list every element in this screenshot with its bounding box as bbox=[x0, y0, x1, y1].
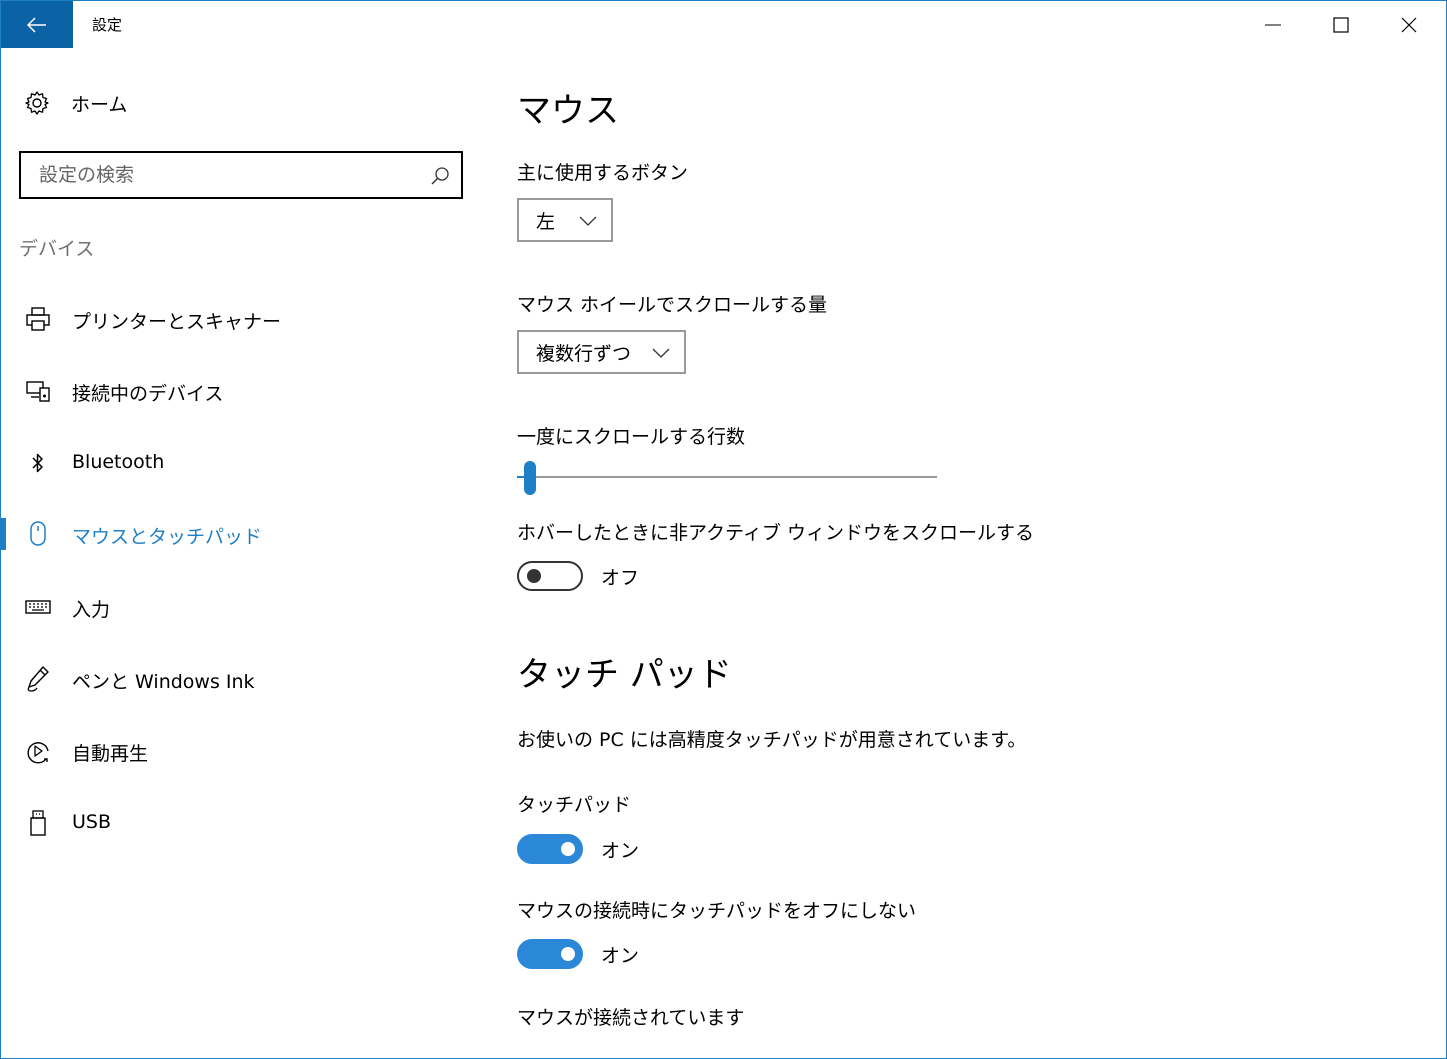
printer-icon bbox=[23, 305, 53, 333]
touchpad-toggle[interactable] bbox=[517, 834, 583, 864]
gear-icon bbox=[19, 85, 55, 121]
section-title: デバイス bbox=[19, 238, 95, 260]
wheel-scroll-label: マウス ホイールでスクロールする量 bbox=[517, 294, 828, 316]
sidebar-item-label: Bluetooth bbox=[72, 451, 165, 473]
precision-touchpad-note: お使いの PC には高精度タッチパッドが用意されています。 bbox=[517, 729, 1027, 751]
sidebar-item-label: 入力 bbox=[72, 599, 111, 621]
maximize-icon bbox=[1333, 16, 1349, 33]
sidebar-item-label: 自動再生 bbox=[72, 743, 149, 765]
nav-home[interactable]: ホーム bbox=[19, 83, 459, 123]
touchpad-section-title: タッチ パッド bbox=[517, 655, 732, 695]
sidebar-item-label: USB bbox=[72, 811, 112, 833]
sidebar-item-usb[interactable]: USB bbox=[1, 799, 471, 847]
chevron-down-icon bbox=[652, 348, 670, 358]
keep-touchpad-on-label: マウスの接続時にタッチパッドをオフにしない bbox=[517, 900, 917, 922]
touchpad-label: タッチパッド bbox=[517, 794, 632, 816]
chevron-down-icon bbox=[579, 216, 597, 226]
sidebar-item-label: ペンと Windows Ink bbox=[72, 671, 255, 693]
toggle-knob bbox=[527, 569, 541, 583]
minimize-button[interactable] bbox=[1239, 1, 1307, 48]
minimize-icon bbox=[1265, 24, 1281, 25]
keep-touchpad-on-toggle[interactable] bbox=[517, 939, 583, 969]
toggle-knob bbox=[561, 842, 575, 856]
maximize-button[interactable] bbox=[1307, 1, 1375, 48]
keyboard-icon bbox=[23, 593, 53, 621]
primary-button-dropdown[interactable]: 左 bbox=[517, 198, 613, 242]
window-title: 設定 bbox=[92, 16, 123, 34]
connected-devices-icon bbox=[23, 377, 53, 405]
hover-scroll-toggle[interactable] bbox=[517, 561, 583, 591]
lines-slider-thumb[interactable] bbox=[523, 461, 536, 495]
sidebar-item-pen[interactable]: ペンと Windows Ink bbox=[1, 655, 471, 703]
mouse-icon bbox=[23, 520, 53, 548]
close-icon bbox=[1401, 17, 1417, 32]
search-icon[interactable] bbox=[429, 165, 451, 187]
selection-indicator bbox=[1, 518, 6, 550]
close-button[interactable] bbox=[1375, 1, 1443, 48]
sidebar-item-printers[interactable]: プリンターとスキャナー bbox=[1, 295, 471, 343]
mouse-connected-label: マウスが接続されています bbox=[517, 1007, 745, 1029]
sidebar-item-label: プリンターとスキャナー bbox=[72, 311, 282, 333]
sidebar-item-label: 接続中のデバイス bbox=[72, 383, 224, 405]
lines-slider-track[interactable] bbox=[517, 476, 937, 478]
back-button[interactable] bbox=[1, 1, 73, 48]
hover-scroll-label: ホバーしたときに非アクティブ ウィンドウをスクロールする bbox=[517, 522, 1034, 544]
autoplay-icon bbox=[23, 737, 53, 765]
sidebar-item-mouse-touchpad[interactable]: マウスとタッチパッド bbox=[1, 510, 471, 558]
touchpad-state: オン bbox=[601, 840, 640, 862]
search-box bbox=[19, 151, 463, 199]
primary-button-value: 左 bbox=[536, 210, 556, 233]
sidebar-item-bluetooth[interactable]: Bluetooth bbox=[1, 439, 471, 487]
sidebar-item-typing[interactable]: 入力 bbox=[1, 583, 471, 631]
wheel-scroll-dropdown[interactable]: 複数行ずつ bbox=[517, 330, 686, 374]
primary-button-label: 主に使用するボタン bbox=[517, 162, 689, 184]
pen-icon bbox=[23, 665, 53, 693]
keep-touchpad-on-state: オン bbox=[601, 945, 640, 967]
search-input[interactable] bbox=[21, 153, 429, 197]
settings-window: 設定 ホーム 設定の検索 デバイス プリンターとスキャナー 接続中のデバイス B… bbox=[0, 0, 1447, 1059]
hover-scroll-state: オフ bbox=[601, 567, 640, 589]
wheel-scroll-value: 複数行ずつ bbox=[536, 342, 632, 365]
mouse-section-title: マウス bbox=[517, 91, 619, 131]
sidebar-item-label: マウスとタッチパッド bbox=[72, 526, 263, 548]
nav-home-label: ホーム bbox=[71, 93, 128, 116]
bluetooth-icon bbox=[23, 449, 53, 477]
back-arrow-icon bbox=[27, 16, 46, 33]
title-bar: 設定 bbox=[1, 1, 1446, 48]
lines-to-scroll-label: 一度にスクロールする行数 bbox=[517, 426, 746, 448]
toggle-knob bbox=[561, 947, 575, 961]
usb-icon bbox=[23, 809, 53, 837]
sidebar-item-connected-devices[interactable]: 接続中のデバイス bbox=[1, 367, 471, 415]
sidebar-item-autoplay[interactable]: 自動再生 bbox=[1, 727, 471, 775]
